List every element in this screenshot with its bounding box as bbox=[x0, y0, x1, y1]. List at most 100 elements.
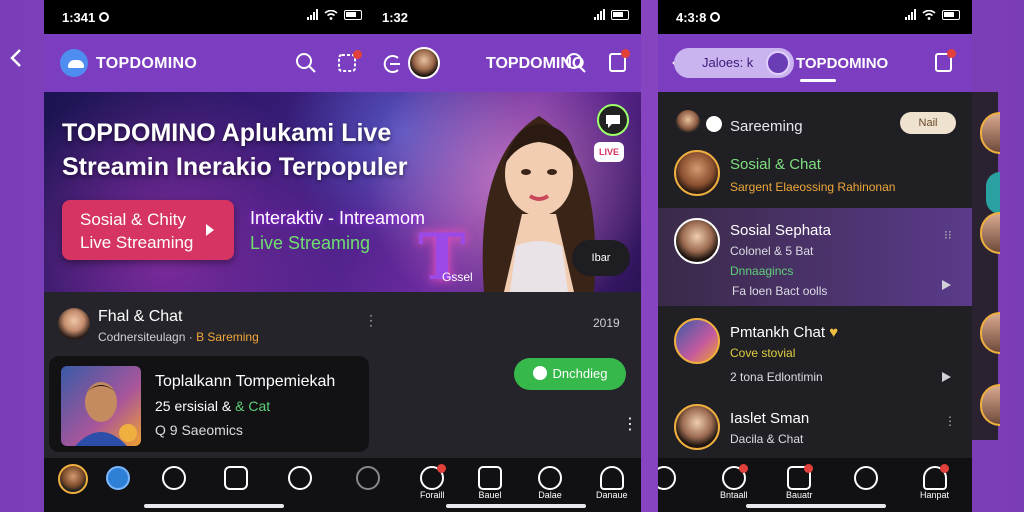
list-item[interactable]: Iaslet Sman Dacila & Chat ⋮ bbox=[658, 398, 972, 458]
alarm-icon bbox=[710, 12, 721, 22]
live-badge: LIVE bbox=[594, 142, 624, 162]
chat-subtitle: Dacila & Chat bbox=[730, 432, 804, 446]
chat-title: Iaslet Sman bbox=[730, 410, 810, 427]
profile-avatar[interactable] bbox=[408, 47, 440, 79]
notifications-icon[interactable] bbox=[608, 49, 632, 75]
nav-activity[interactable] bbox=[162, 466, 186, 490]
more-icon[interactable]: ⋮ bbox=[622, 414, 638, 434]
active-tab-underline bbox=[800, 79, 836, 82]
send-icon[interactable] bbox=[942, 280, 951, 290]
notifications-icon[interactable] bbox=[336, 50, 362, 76]
chat-title[interactable]: Fhal & Chat bbox=[98, 308, 182, 326]
chat-title: Pmtankh Chat ♥ bbox=[730, 324, 838, 341]
chat-card[interactable]: Toplalkann Tompemiekah 25 ersisial & & C… bbox=[49, 356, 369, 452]
bar-badge[interactable]: Ibar bbox=[572, 240, 630, 276]
card-sub-prefix: 25 ersisial & bbox=[155, 398, 232, 414]
signal-icon bbox=[594, 9, 605, 20]
status-bar: 4:3:8 bbox=[658, 0, 972, 34]
nav-notifications[interactable]: Bntaall bbox=[720, 464, 748, 500]
cta-line-1: Sosial & Chity bbox=[80, 210, 186, 229]
chat-subtitle: Codnersiteulagn · B Sareming bbox=[98, 330, 259, 344]
app-logo-icon bbox=[60, 49, 88, 77]
status-time-2: 1:32 bbox=[382, 9, 409, 25]
chat-title-text: Pmtankh Chat bbox=[730, 324, 826, 341]
chat-status: Dnnaagincs bbox=[730, 264, 794, 278]
nav-feed[interactable]: Foraill bbox=[420, 464, 447, 500]
wifi-icon bbox=[324, 9, 338, 20]
home-indicator bbox=[446, 504, 586, 508]
chat-title: Sosial Sephata bbox=[730, 222, 831, 239]
nav-explore[interactable] bbox=[106, 466, 130, 490]
hero-side-text-green: Live Streaming bbox=[250, 233, 371, 253]
more-icon[interactable]: ⋮ bbox=[364, 312, 378, 329]
app-title: TOPDOMINO bbox=[96, 55, 198, 72]
status-bar: 1:341 bbox=[44, 0, 374, 34]
live-streaming-button[interactable]: Sosial & Chity Live Streaming bbox=[62, 200, 234, 260]
nav-friends[interactable] bbox=[854, 466, 878, 490]
hero-title: TOPDOMINO Aplukami Live Streamin Ineraki… bbox=[62, 119, 408, 181]
more-icon[interactable]: ⁝⁝ bbox=[944, 228, 952, 242]
avatar bbox=[674, 318, 720, 364]
battery-icon bbox=[611, 9, 629, 20]
alarm-icon bbox=[99, 12, 110, 22]
play-icon bbox=[206, 224, 214, 236]
nav-more[interactable] bbox=[356, 466, 380, 490]
nav-profile[interactable] bbox=[58, 464, 88, 494]
avatar bbox=[61, 366, 141, 446]
section-title: Sareeming bbox=[730, 118, 803, 135]
search-icon[interactable] bbox=[564, 51, 588, 75]
green-action-button[interactable]: Dnchdieg bbox=[514, 358, 626, 390]
home-indicator bbox=[746, 504, 886, 508]
tab-filter-icon bbox=[766, 51, 790, 75]
nav-label: Bauatr bbox=[786, 490, 813, 500]
nav-label: Bntaall bbox=[720, 490, 748, 500]
chat-title: Sosial & Chat bbox=[730, 156, 821, 173]
avatar[interactable] bbox=[58, 308, 90, 340]
avatar bbox=[980, 312, 1000, 354]
avatar bbox=[674, 404, 720, 450]
status-time: 4:3:8 bbox=[676, 9, 707, 25]
send-icon[interactable] bbox=[942, 372, 951, 382]
nav-friends[interactable]: Dalae bbox=[538, 466, 562, 500]
home-indicator bbox=[144, 504, 284, 508]
avatar bbox=[674, 218, 720, 264]
wifi-icon bbox=[922, 9, 936, 20]
list-item-selected[interactable]: Sosial Sephata Colonel & 5 Bat Dnnaaginc… bbox=[658, 208, 972, 306]
avatar bbox=[986, 172, 1000, 214]
nav-account[interactable]: Danaue bbox=[596, 466, 628, 500]
app-bar: TOPDOMINO TOPDOMINO bbox=[44, 34, 641, 92]
phone-screen-main: 1:341 1:32 TOPDOMINO TOPDOMINO TOPDOMINO… bbox=[44, 0, 641, 512]
avatar bbox=[674, 150, 720, 196]
hero-banner[interactable]: TOPDOMINO Aplukami Live Streamin Ineraki… bbox=[44, 92, 641, 292]
notifications-icon[interactable] bbox=[934, 49, 958, 75]
refresh-icon[interactable] bbox=[380, 52, 404, 76]
nav-add[interactable]: Bauel bbox=[478, 466, 502, 500]
chat-subtitle: Sargent Elaeossing Rahinonan bbox=[730, 180, 896, 194]
chat-bubble-icon[interactable] bbox=[597, 104, 629, 136]
timestamp: 2019 bbox=[593, 316, 620, 330]
chat-list: Sareeming Nail Sosial & Chat Sargent Ela… bbox=[658, 92, 972, 458]
status-bar-2: 1:32 bbox=[374, 0, 641, 34]
chat-subtitle: Cove stovial bbox=[730, 346, 796, 360]
nav-feed[interactable] bbox=[658, 466, 676, 490]
card-title: Toplalkann Tompemiekah bbox=[155, 373, 336, 390]
avatar bbox=[980, 112, 1000, 154]
nav-messages[interactable]: Bauatr bbox=[786, 464, 814, 500]
nav-label: Bauel bbox=[478, 490, 502, 500]
green-action-label: Dnchdieg bbox=[552, 366, 608, 381]
music-icon bbox=[532, 366, 547, 380]
cta-line-2: Live Streaming bbox=[80, 233, 194, 252]
chevron-left-icon[interactable] bbox=[10, 48, 28, 68]
hero-side-text: Interaktiv - Intreamom bbox=[250, 208, 426, 228]
nav-record[interactable] bbox=[224, 466, 248, 490]
list-item[interactable]: Pmtankh Chat ♥ Cove stovial 2 tona Edlon… bbox=[658, 312, 972, 396]
filter-pill[interactable]: Nail bbox=[900, 112, 956, 134]
nav-label: Foraill bbox=[420, 490, 445, 500]
search-icon[interactable] bbox=[294, 51, 318, 75]
avatar bbox=[676, 110, 700, 134]
tab-filter[interactable]: Jaloes: k bbox=[674, 48, 794, 78]
nav-account[interactable]: Hanpat bbox=[920, 464, 949, 500]
list-item[interactable]: Sosial & Chat Sargent Elaeossing Rahinon… bbox=[658, 142, 972, 208]
more-icon[interactable]: ⋮ bbox=[944, 414, 956, 428]
nav-games[interactable] bbox=[288, 466, 312, 490]
